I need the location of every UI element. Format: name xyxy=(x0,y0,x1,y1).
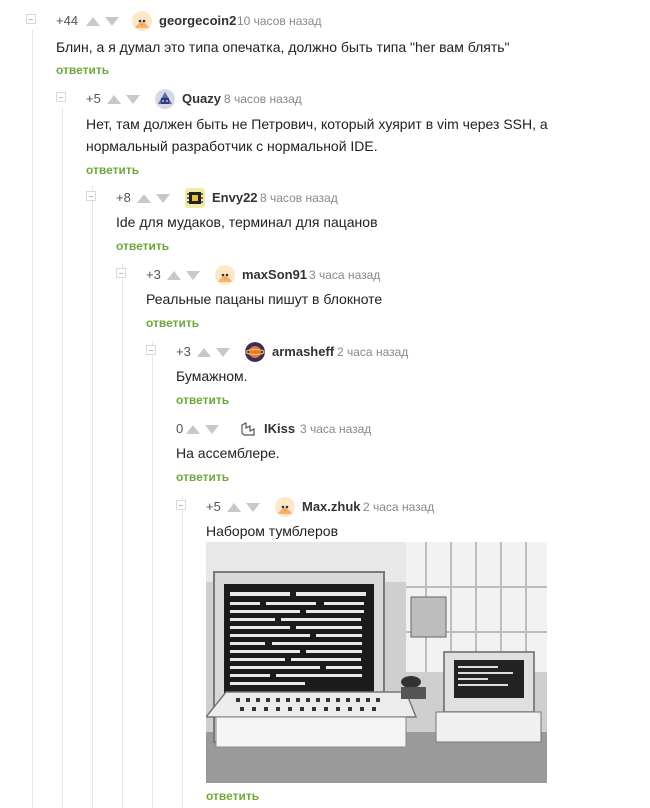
comment-author[interactable]: IKiss xyxy=(264,421,295,436)
comment-text: Нет, там должен быть не Петрович, которы… xyxy=(86,116,548,154)
comment-author[interactable]: Envy22 xyxy=(212,190,258,205)
thread-line[interactable] xyxy=(92,186,93,808)
comment-time[interactable]: 2 часа назад xyxy=(363,500,434,514)
comment-rating: 0 xyxy=(176,421,184,436)
comment-time[interactable]: 8 часов назад xyxy=(224,92,302,106)
downvote-icon[interactable] xyxy=(186,271,200,280)
upvote-icon[interactable] xyxy=(227,503,241,512)
comment-time[interactable]: 3 часа назад xyxy=(309,268,380,282)
planet-avatar-icon[interactable] xyxy=(245,342,265,362)
comment-time[interactable]: 10 часов назад xyxy=(237,14,321,28)
upvote-icon[interactable] xyxy=(107,95,121,104)
reply-button[interactable]: ответить xyxy=(86,163,139,177)
comment-author[interactable]: maxSon91 xyxy=(242,267,307,282)
sketch-avatar-icon[interactable] xyxy=(238,419,258,439)
chick-avatar-icon[interactable] xyxy=(215,265,235,285)
comment-rating: +8 xyxy=(116,190,131,205)
comment-text: На ассемблере. xyxy=(176,445,280,461)
reply-button[interactable]: ответить xyxy=(206,789,259,803)
upvote-icon[interactable] xyxy=(186,425,200,434)
thread-line[interactable] xyxy=(32,30,33,808)
comment-thread: +44 georgecoin2 10 часов назад Блин, а я… xyxy=(0,0,650,808)
comment-rating: +3 xyxy=(176,344,191,359)
collapse-toggle-icon[interactable] xyxy=(176,500,186,510)
downvote-icon[interactable] xyxy=(126,95,140,104)
comment-rating: +5 xyxy=(206,499,221,514)
comment-text: Набором тумблеров xyxy=(206,523,339,539)
comment-header: +5 Max.zhuk 2 часа назад xyxy=(176,497,650,517)
reply-button[interactable]: ответить xyxy=(176,470,229,484)
thread-line[interactable] xyxy=(62,108,63,808)
comment-rating: +44 xyxy=(56,13,79,28)
comment-author[interactable]: armasheff xyxy=(272,344,334,359)
upvote-icon[interactable] xyxy=(86,17,100,26)
reply-button[interactable]: ответить xyxy=(56,63,109,77)
vote-controls xyxy=(197,348,230,357)
vote-controls xyxy=(137,194,170,203)
reply-button[interactable]: ответить xyxy=(176,393,229,407)
comment: +44 georgecoin2 10 часов назад Блин, а я… xyxy=(26,11,650,81)
upvote-icon[interactable] xyxy=(137,194,151,203)
downvote-icon[interactable] xyxy=(156,194,170,203)
thread-line[interactable] xyxy=(122,264,123,808)
chick-avatar-icon[interactable] xyxy=(132,11,152,31)
comment-author[interactable]: georgecoin2 xyxy=(159,13,236,28)
downvote-icon[interactable] xyxy=(205,425,219,434)
comment-header: 0 IKiss 3 часа назад xyxy=(176,419,650,439)
downvote-icon[interactable] xyxy=(246,503,260,512)
reply-button[interactable]: ответить xyxy=(146,316,199,330)
comment-text: Бумажном. xyxy=(176,368,248,384)
comment-time[interactable]: 8 часов назад xyxy=(260,191,338,205)
comment-header: +3 armasheff 2 часа назад xyxy=(146,342,650,362)
chick-avatar-icon[interactable] xyxy=(275,497,295,517)
comment: +5 Quazy 8 часов назад Нет, там должен б… xyxy=(56,89,650,179)
comment-text: Реальные пацаны пишут в блокноте xyxy=(146,291,383,307)
collapse-toggle-icon[interactable] xyxy=(116,268,126,278)
upvote-icon[interactable] xyxy=(197,348,211,357)
comment-author[interactable]: Quazy xyxy=(182,91,221,106)
vote-controls xyxy=(227,503,260,512)
chip-avatar-icon[interactable] xyxy=(185,188,205,208)
comment-rating: +3 xyxy=(146,267,161,282)
vote-controls xyxy=(86,17,119,26)
thread-line[interactable] xyxy=(152,341,153,808)
comment-rating: +5 xyxy=(86,91,101,106)
comment: 0 IKiss 3 часа назад На ассемблере. отве… xyxy=(176,419,650,489)
collapse-toggle-icon[interactable] xyxy=(146,345,156,355)
thread-line[interactable] xyxy=(182,496,183,808)
comment-header: +3 maxSon91 3 часа назад xyxy=(116,265,650,285)
vintage-computer-console-photo[interactable] xyxy=(206,542,547,783)
comment-time[interactable]: 2 часа назад xyxy=(337,345,408,359)
comment-header: +8 Envy22 8 часов назад xyxy=(86,188,650,208)
reply-button[interactable]: ответить xyxy=(116,239,169,253)
comment-header: +44 georgecoin2 10 часов назад xyxy=(26,11,650,31)
collapse-toggle-icon[interactable] xyxy=(56,92,66,102)
vote-controls xyxy=(107,95,140,104)
comment: +3 maxSon91 3 часа назад Реальные пацаны… xyxy=(116,265,650,335)
comment-time[interactable]: 3 часа назад xyxy=(300,422,371,436)
comment-text: Ide для мудаков, терминал для пацанов xyxy=(116,214,378,230)
robot-avatar-icon[interactable] xyxy=(155,89,175,109)
upvote-icon[interactable] xyxy=(167,271,181,280)
downvote-icon[interactable] xyxy=(216,348,230,357)
comment-author[interactable]: Max.zhuk xyxy=(302,499,361,514)
comment: +8 Envy22 8 часов назад Ide для мудаков,… xyxy=(86,188,650,258)
vote-controls xyxy=(186,425,219,434)
comment-header: +5 Quazy 8 часов назад xyxy=(56,89,650,109)
downvote-icon[interactable] xyxy=(105,17,119,26)
comment-text: Блин, а я думал это типа опечатка, должн… xyxy=(56,39,510,55)
comment: +3 armasheff 2 часа назад Бумажном. отве… xyxy=(146,342,650,412)
collapse-toggle-icon[interactable] xyxy=(26,14,36,24)
collapse-toggle-icon[interactable] xyxy=(86,191,96,201)
vote-controls xyxy=(167,271,200,280)
